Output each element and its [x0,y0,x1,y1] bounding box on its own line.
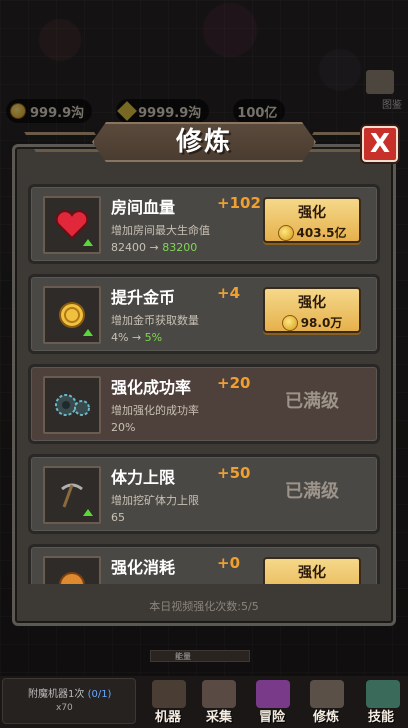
upgrade-bonus: +20 [217,374,251,392]
upgrade-name: 强化消耗 [111,558,176,577]
upgrade-arrow-icon [83,329,93,336]
cultivate-nav-icon [310,680,344,708]
next-value: 5% [144,331,163,344]
upgrade-button[interactable]: 强化 98.0万 [263,287,361,333]
machine-nav-icon [152,680,186,708]
nav-gather[interactable]: 采集 [206,706,232,725]
upgrade-desc: 增加挖矿体力上限 [111,494,199,507]
heart-icon [43,196,101,254]
enchant-machine-text: 附魔机器1次 [28,689,85,700]
upgrade-cost: 98.0万 [265,314,359,331]
upgrade-card-room-hp: 房间血量 +102 增加房间最大生命值 82400 → 83200 强化 403… [28,184,380,264]
enchant-machine-qty: x70 [56,703,73,713]
gold-coin-icon [281,314,298,331]
pickaxe-icon [43,466,101,524]
upgrade-values: 20% [111,421,135,434]
upgrade-bonus: +4 [217,284,241,302]
upgrade-card-stamina: 体力上限 +50 增加挖矿体力上限 65 已满级 [28,454,380,534]
upgrade-values: 82400 → 83200 [111,241,197,254]
close-button[interactable]: X [362,126,398,162]
gears-icon [43,376,101,434]
orange-coin-icon [43,556,101,584]
video-upgrade-count: 本日视频强化次数:5/5 [149,600,259,613]
upgrade-desc: 增加强化的成功率 [111,404,199,417]
nav-machine[interactable]: 机器 [155,706,181,725]
upgrade-cost-value: 403.5亿 [296,226,347,240]
upgrade-card-cost-reduction: 强化消耗 +0 强化 [28,544,380,584]
upgrade-arrow-icon [83,509,93,516]
upgrade-button-label: 强化 [298,295,326,311]
energy-strip-label: 能量 [175,652,191,661]
upgrade-card-success-rate: 强化成功率 +20 增加强化的成功率 20% 已满级 [28,364,380,444]
upgrade-values: 4% → 5% [111,331,162,344]
upgrade-bonus: +0 [217,554,241,572]
value-arrow: → [149,241,159,254]
current-value: 4% [111,331,129,344]
upgrade-desc: 增加金币获取数量 [111,314,199,327]
energy-strip [150,650,250,662]
upgrade-arrow-icon [83,239,93,246]
upgrade-card-gold-boost: 提升金币 +4 增加金币获取数量 4% → 5% 强化 98.0万 [28,274,380,354]
upgrade-button[interactable]: 强化 [263,557,361,584]
skill-nav-icon [366,680,400,708]
upgrade-name: 强化成功率 [111,378,192,397]
gold-coin-icon [43,286,101,344]
upgrade-bonus: +102 [217,194,261,212]
upgrade-button-label: 强化 [298,565,326,581]
upgrade-name: 房间血量 [111,198,176,217]
modal-title: 修炼 [175,127,232,157]
gold-coin-icon [277,224,294,241]
upgrade-cost: 403.5亿 [265,224,359,241]
adventure-nav-icon [256,680,290,708]
gather-nav-icon [202,680,236,708]
upgrade-desc: 增加房间最大生命值 [111,224,210,237]
enchant-machine-label: 附魔机器1次 (0/1) [28,685,111,700]
upgrade-name: 提升金币 [111,288,176,307]
nav-cultivate[interactable]: 修炼 [313,706,339,725]
upgrade-cost-value: 98.0万 [300,316,343,330]
nav-adventure[interactable]: 冒险 [259,706,285,725]
enchant-machine-count: (0/1) [87,689,112,700]
current-value: 20% [111,421,136,434]
value-arrow: → [131,331,142,344]
maxed-label: 已满级 [285,481,339,502]
upgrade-list[interactable]: 房间血量 +102 增加房间最大生命值 82400 → 83200 强化 403… [24,176,384,584]
close-icon: X [369,129,391,159]
upgrade-bonus: +50 [217,464,251,482]
nav-skill[interactable]: 技能 [368,706,394,725]
upgrade-values: 65 [111,511,125,524]
current-value: 82400 [111,241,146,254]
maxed-label: 已满级 [285,391,339,412]
next-value: 83200 [162,241,198,254]
upgrade-name: 体力上限 [111,468,176,487]
current-value: 65 [111,511,125,524]
upgrade-button[interactable]: 强化 403.5亿 [263,197,361,243]
upgrade-button-label: 强化 [298,205,326,221]
